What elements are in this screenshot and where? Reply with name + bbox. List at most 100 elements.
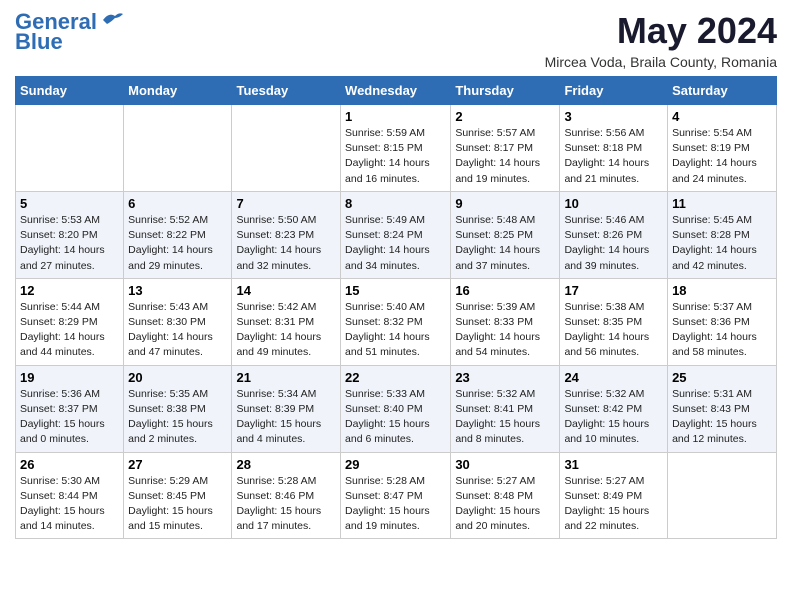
- day-info: Sunrise: 5:32 AM Sunset: 8:42 PM Dayligh…: [564, 387, 663, 448]
- day-cell: 29 Sunrise: 5:28 AM Sunset: 8:47 PM Dayli…: [341, 452, 451, 539]
- day-cell: 31 Sunrise: 5:27 AM Sunset: 8:49 PM Dayli…: [560, 452, 668, 539]
- col-tuesday: Tuesday: [232, 77, 341, 105]
- day-cell: 11 Sunrise: 5:45 AM Sunset: 8:28 PM Dayli…: [668, 191, 777, 278]
- header-row: Sunday Monday Tuesday Wednesday Thursday…: [16, 77, 777, 105]
- day-info: Sunrise: 5:28 AM Sunset: 8:46 PM Dayligh…: [236, 474, 336, 535]
- day-cell: 18 Sunrise: 5:37 AM Sunset: 8:36 PM Dayli…: [668, 278, 777, 365]
- week-row-1: 1 Sunrise: 5:59 AM Sunset: 8:15 PM Daylig…: [16, 105, 777, 192]
- day-cell: 2 Sunrise: 5:57 AM Sunset: 8:17 PM Daylig…: [451, 105, 560, 192]
- day-cell: [668, 452, 777, 539]
- day-cell: 19Sunrise: 5:36 AM Sunset: 8:37 PM Dayli…: [16, 365, 124, 452]
- day-info: Sunrise: 5:31 AM Sunset: 8:43 PM Dayligh…: [672, 387, 772, 448]
- day-cell: 28 Sunrise: 5:28 AM Sunset: 8:46 PM Dayli…: [232, 452, 341, 539]
- day-cell: [124, 105, 232, 192]
- col-saturday: Saturday: [668, 77, 777, 105]
- day-number: 31: [564, 457, 663, 472]
- day-info: Sunrise: 5:50 AM Sunset: 8:23 PM Dayligh…: [236, 213, 336, 274]
- week-row-3: 12Sunrise: 5:44 AM Sunset: 8:29 PM Dayli…: [16, 278, 777, 365]
- day-info: Sunrise: 5:44 AM Sunset: 8:29 PM Dayligh…: [20, 300, 119, 361]
- day-info: Sunrise: 5:35 AM Sunset: 8:38 PM Dayligh…: [128, 387, 227, 448]
- day-cell: 25 Sunrise: 5:31 AM Sunset: 8:43 PM Dayli…: [668, 365, 777, 452]
- day-info: Sunrise: 5:33 AM Sunset: 8:40 PM Dayligh…: [345, 387, 446, 448]
- day-cell: 17Sunrise: 5:38 AM Sunset: 8:35 PM Dayli…: [560, 278, 668, 365]
- day-cell: 26Sunrise: 5:30 AM Sunset: 8:44 PM Dayli…: [16, 452, 124, 539]
- day-number: 10: [564, 196, 663, 211]
- day-number: 5: [20, 196, 119, 211]
- day-info: Sunrise: 5:27 AM Sunset: 8:49 PM Dayligh…: [564, 474, 663, 535]
- col-thursday: Thursday: [451, 77, 560, 105]
- day-info: Sunrise: 5:40 AM Sunset: 8:32 PM Dayligh…: [345, 300, 446, 361]
- logo-bird-icon: [101, 10, 123, 28]
- day-cell: 15 Sunrise: 5:40 AM Sunset: 8:32 PM Dayli…: [341, 278, 451, 365]
- day-number: 7: [236, 196, 336, 211]
- week-row-4: 19Sunrise: 5:36 AM Sunset: 8:37 PM Dayli…: [16, 365, 777, 452]
- day-info: Sunrise: 5:54 AM Sunset: 8:19 PM Dayligh…: [672, 126, 772, 187]
- day-cell: 9 Sunrise: 5:48 AM Sunset: 8:25 PM Daylig…: [451, 191, 560, 278]
- day-info: Sunrise: 5:59 AM Sunset: 8:15 PM Dayligh…: [345, 126, 446, 187]
- week-row-2: 5 Sunrise: 5:53 AM Sunset: 8:20 PM Daylig…: [16, 191, 777, 278]
- title-area: May 2024 Mircea Voda, Braila County, Rom…: [545, 10, 777, 70]
- day-cell: 30 Sunrise: 5:27 AM Sunset: 8:48 PM Dayli…: [451, 452, 560, 539]
- day-info: Sunrise: 5:27 AM Sunset: 8:48 PM Dayligh…: [455, 474, 555, 535]
- day-number: 4: [672, 109, 772, 124]
- day-number: 20: [128, 370, 227, 385]
- day-number: 2: [455, 109, 555, 124]
- day-number: 16: [455, 283, 555, 298]
- page-title: May 2024: [545, 10, 777, 52]
- day-number: 19: [20, 370, 119, 385]
- day-info: Sunrise: 5:49 AM Sunset: 8:24 PM Dayligh…: [345, 213, 446, 274]
- day-info: Sunrise: 5:34 AM Sunset: 8:39 PM Dayligh…: [236, 387, 336, 448]
- day-cell: 13Sunrise: 5:43 AM Sunset: 8:30 PM Dayli…: [124, 278, 232, 365]
- day-number: 15: [345, 283, 446, 298]
- day-info: Sunrise: 5:42 AM Sunset: 8:31 PM Dayligh…: [236, 300, 336, 361]
- day-cell: [232, 105, 341, 192]
- day-number: 1: [345, 109, 446, 124]
- day-number: 22: [345, 370, 446, 385]
- day-number: 29: [345, 457, 446, 472]
- day-number: 14: [236, 283, 336, 298]
- day-number: 28: [236, 457, 336, 472]
- calendar-table: Sunday Monday Tuesday Wednesday Thursday…: [15, 76, 777, 539]
- day-info: Sunrise: 5:53 AM Sunset: 8:20 PM Dayligh…: [20, 213, 119, 274]
- day-info: Sunrise: 5:37 AM Sunset: 8:36 PM Dayligh…: [672, 300, 772, 361]
- day-number: 30: [455, 457, 555, 472]
- day-number: 9: [455, 196, 555, 211]
- day-info: Sunrise: 5:38 AM Sunset: 8:35 PM Dayligh…: [564, 300, 663, 361]
- day-cell: 16 Sunrise: 5:39 AM Sunset: 8:33 PM Dayli…: [451, 278, 560, 365]
- day-cell: 24 Sunrise: 5:32 AM Sunset: 8:42 PM Dayli…: [560, 365, 668, 452]
- day-cell: 5 Sunrise: 5:53 AM Sunset: 8:20 PM Daylig…: [16, 191, 124, 278]
- day-cell: 1 Sunrise: 5:59 AM Sunset: 8:15 PM Daylig…: [341, 105, 451, 192]
- col-sunday: Sunday: [16, 77, 124, 105]
- day-info: Sunrise: 5:29 AM Sunset: 8:45 PM Dayligh…: [128, 474, 227, 535]
- week-row-5: 26Sunrise: 5:30 AM Sunset: 8:44 PM Dayli…: [16, 452, 777, 539]
- day-number: 8: [345, 196, 446, 211]
- day-cell: 22 Sunrise: 5:33 AM Sunset: 8:40 PM Dayli…: [341, 365, 451, 452]
- day-number: 25: [672, 370, 772, 385]
- logo: General Blue: [15, 10, 123, 54]
- col-wednesday: Wednesday: [341, 77, 451, 105]
- day-number: 23: [455, 370, 555, 385]
- day-info: Sunrise: 5:39 AM Sunset: 8:33 PM Dayligh…: [455, 300, 555, 361]
- day-number: 18: [672, 283, 772, 298]
- day-cell: 4 Sunrise: 5:54 AM Sunset: 8:19 PM Daylig…: [668, 105, 777, 192]
- day-cell: 14 Sunrise: 5:42 AM Sunset: 8:31 PM Dayli…: [232, 278, 341, 365]
- day-info: Sunrise: 5:43 AM Sunset: 8:30 PM Dayligh…: [128, 300, 227, 361]
- day-cell: 23Sunrise: 5:32 AM Sunset: 8:41 PM Dayli…: [451, 365, 560, 452]
- day-cell: 3Sunrise: 5:56 AM Sunset: 8:18 PM Daylig…: [560, 105, 668, 192]
- day-info: Sunrise: 5:45 AM Sunset: 8:28 PM Dayligh…: [672, 213, 772, 274]
- day-cell: 6Sunrise: 5:52 AM Sunset: 8:22 PM Daylig…: [124, 191, 232, 278]
- day-info: Sunrise: 5:52 AM Sunset: 8:22 PM Dayligh…: [128, 213, 227, 274]
- day-cell: 8 Sunrise: 5:49 AM Sunset: 8:24 PM Daylig…: [341, 191, 451, 278]
- day-number: 11: [672, 196, 772, 211]
- day-cell: [16, 105, 124, 192]
- day-cell: 21Sunrise: 5:34 AM Sunset: 8:39 PM Dayli…: [232, 365, 341, 452]
- day-info: Sunrise: 5:57 AM Sunset: 8:17 PM Dayligh…: [455, 126, 555, 187]
- day-cell: 27Sunrise: 5:29 AM Sunset: 8:45 PM Dayli…: [124, 452, 232, 539]
- day-info: Sunrise: 5:28 AM Sunset: 8:47 PM Dayligh…: [345, 474, 446, 535]
- day-number: 24: [564, 370, 663, 385]
- day-cell: 12Sunrise: 5:44 AM Sunset: 8:29 PM Dayli…: [16, 278, 124, 365]
- page-header: General Blue May 2024 Mircea Voda, Brail…: [15, 10, 777, 70]
- day-info: Sunrise: 5:48 AM Sunset: 8:25 PM Dayligh…: [455, 213, 555, 274]
- day-cell: 7 Sunrise: 5:50 AM Sunset: 8:23 PM Daylig…: [232, 191, 341, 278]
- day-number: 3: [564, 109, 663, 124]
